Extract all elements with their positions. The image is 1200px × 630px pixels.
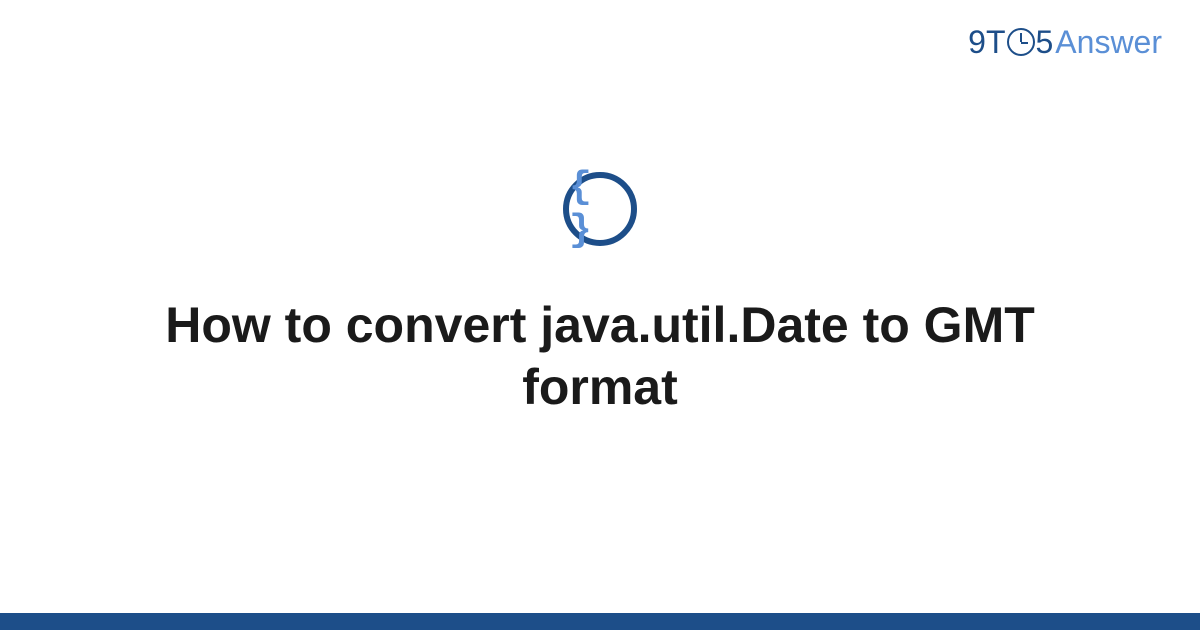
page-title: How to convert java.util.Date to GMT for… bbox=[100, 294, 1100, 419]
code-braces-icon: { } bbox=[563, 172, 637, 246]
footer-accent-bar bbox=[0, 613, 1200, 630]
code-braces-glyph: { } bbox=[569, 166, 631, 252]
main-content: { } How to convert java.util.Date to GMT… bbox=[0, 0, 1200, 630]
